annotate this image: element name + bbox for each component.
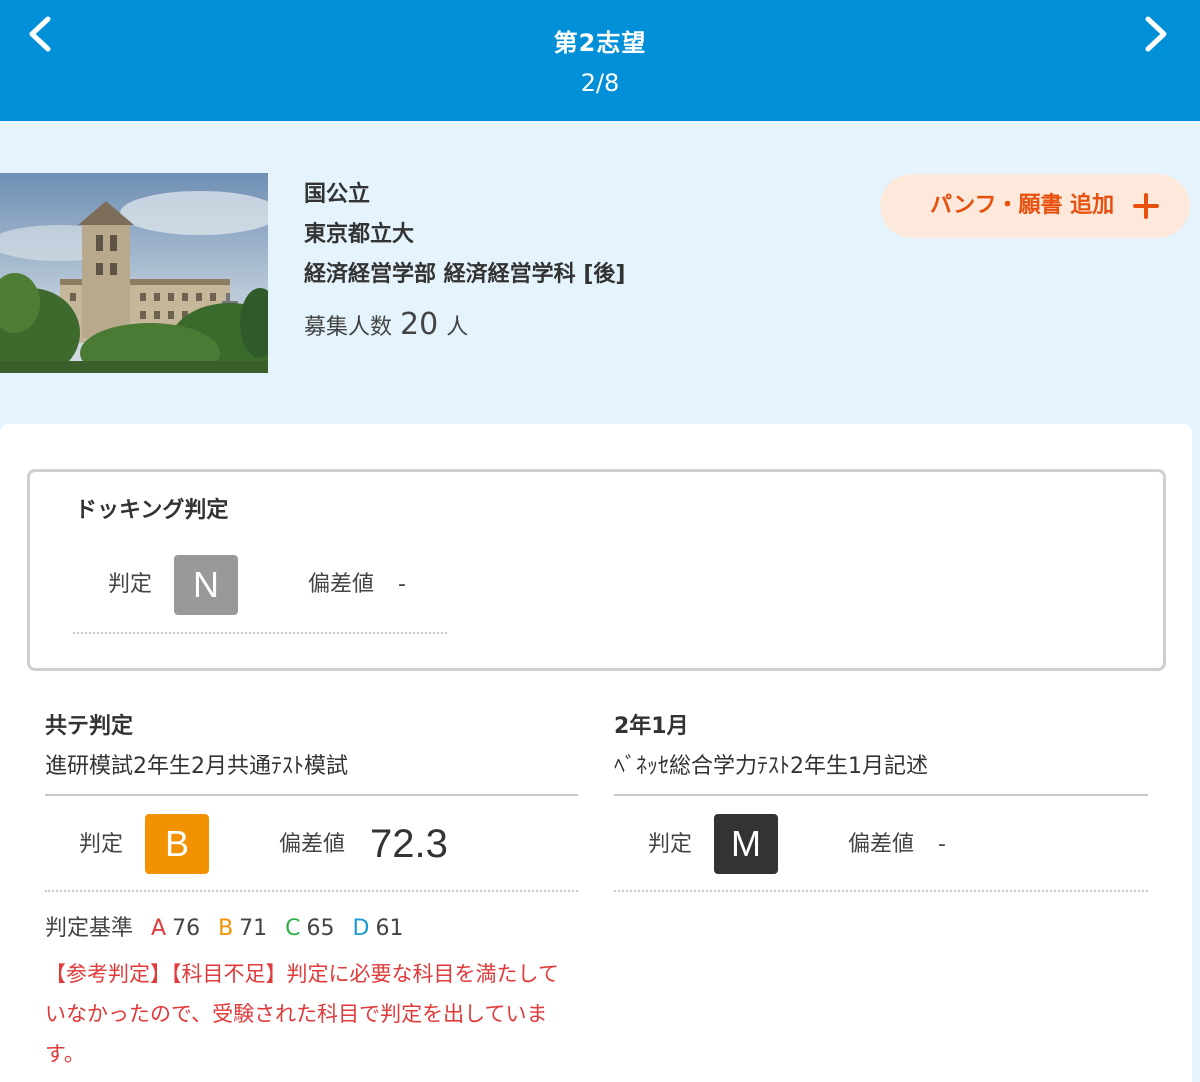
criteria-value-a: 76 <box>172 916 201 941</box>
university-photo <box>0 173 268 373</box>
add-pamphlet-button[interactable]: パンフ・願書 追加 <box>880 174 1190 238</box>
jan-deviation-label: 偏差値 <box>848 832 915 857</box>
kyote-divider <box>45 794 578 796</box>
kyote-judgment-label: 判定 <box>79 832 124 857</box>
jan-judgment-badge: M <box>714 814 778 874</box>
chevron-right-icon <box>1145 16 1167 52</box>
school-type: 国公立 <box>304 182 371 207</box>
university-building-image <box>0 173 268 373</box>
kyote-deviation-value: 72.3 <box>370 822 448 866</box>
judgment-criteria: 判定基準 A 76 B 71 C 65 D 61 <box>45 914 404 944</box>
school-department: 経済経営学部 経済経営学科 [後] <box>304 262 626 287</box>
criteria-grade-c: C <box>285 916 301 941</box>
criteria-label: 判定基準 <box>45 916 134 941</box>
judgment-card: ドッキング判定 判定 N 偏差値 - 共テ判定 進研模試2年生2月共通ﾃｽﾄ模試… <box>0 424 1192 1082</box>
docking-judgment-label: 判定 <box>108 572 153 597</box>
jan-judgment-label: 判定 <box>648 832 693 857</box>
next-button[interactable] <box>1126 6 1186 66</box>
docking-deviation-label: 偏差値 <box>308 572 375 597</box>
jan-title: 2年1月 <box>614 714 689 739</box>
header: 第2志望 2/8 <box>0 0 1200 121</box>
capacity-unit: 人 <box>446 315 469 340</box>
docking-divider <box>73 632 447 634</box>
docking-judgment-box: ドッキング判定 判定 N 偏差値 - <box>27 469 1166 671</box>
jan-divider <box>614 794 1148 796</box>
kyote-exam-name: 進研模試2年生2月共通ﾃｽﾄ模試 <box>45 754 348 779</box>
capacity: 募集人数 20 人 <box>304 305 625 348</box>
kyote-deviation-label: 偏差値 <box>279 832 346 857</box>
jan-exam-name: ﾍﾞﾈｯｾ総合学力ﾃｽﾄ2年生1月記述 <box>614 754 928 779</box>
criteria-grade-d: D <box>352 916 370 941</box>
jan-dotted-divider <box>614 890 1148 892</box>
criteria-grade-a: A <box>151 916 167 941</box>
reference-note: 【参考判定】【科目不足】判定に必要な科目を満たしていなかったので、受験された科目… <box>45 962 559 1066</box>
docking-judgment-badge: N <box>174 555 238 615</box>
jan-deviation-value: - <box>938 832 946 857</box>
capacity-label: 募集人数 <box>304 315 393 340</box>
page-title: 第2志望 <box>553 29 647 57</box>
kyote-title: 共テ判定 <box>45 714 134 739</box>
page-indicator: 2/8 <box>580 69 620 97</box>
add-pamphlet-label: パンフ・願書 追加 <box>930 193 1115 218</box>
criteria-grade-b: B <box>218 916 234 941</box>
docking-title: ドッキング判定 <box>75 498 229 523</box>
school-name: 東京都立大 <box>304 222 415 247</box>
capacity-value: 20 <box>400 307 439 342</box>
kyote-judgment-badge: B <box>145 814 209 874</box>
school-info: 国公立 東京都立大 経済経営学部 経済経営学科 [後] 募集人数 20 人 <box>304 175 625 348</box>
criteria-value-c: 65 <box>306 916 335 941</box>
criteria-value-d: 61 <box>375 916 404 941</box>
plus-icon <box>1133 193 1159 219</box>
kyote-dotted-divider <box>45 890 578 892</box>
criteria-value-b: 71 <box>239 916 268 941</box>
docking-deviation-value: - <box>398 572 406 597</box>
